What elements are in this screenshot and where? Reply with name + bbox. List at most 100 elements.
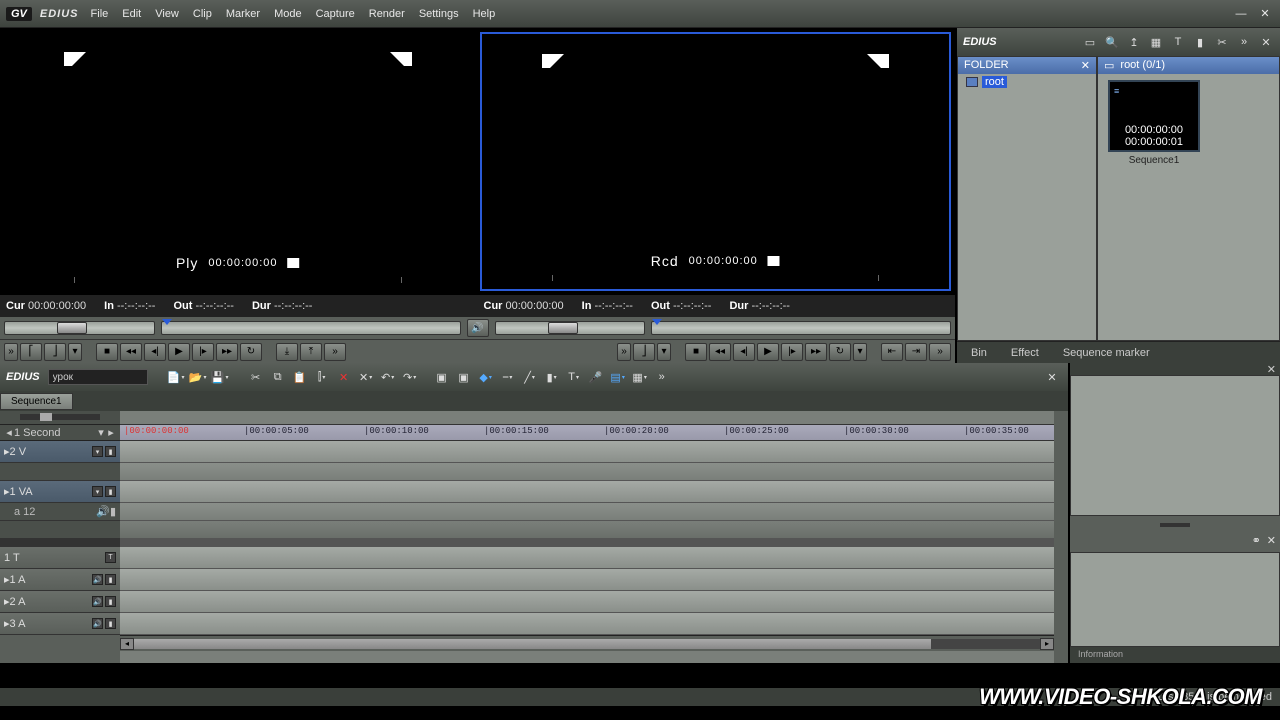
forward-button[interactable]: ▸▸ (805, 343, 827, 361)
cut-icon[interactable]: ✂ (1214, 34, 1230, 50)
menu-marker[interactable]: Marker (226, 8, 260, 20)
folder-item-root[interactable]: root (958, 74, 1096, 90)
dropdown-icon[interactable]: ▾ (68, 343, 82, 361)
play-button[interactable]: ▶ (757, 343, 779, 361)
view-icon[interactable]: ▦ (1148, 34, 1164, 50)
tab-bin[interactable]: Bin (961, 345, 997, 361)
rewind-button[interactable]: ◂◂ (120, 343, 142, 361)
insert-button[interactable]: ⤓ (276, 343, 298, 361)
menu-mode[interactable]: Mode (274, 8, 302, 20)
timeline-scale[interactable]: ◂1 Second▾▸ (0, 425, 120, 441)
expand-icon[interactable]: » (4, 343, 18, 361)
menu-edit[interactable]: Edit (122, 8, 141, 20)
timeline-hscroll[interactable]: ◂ ▸ (120, 635, 1054, 651)
close-icon[interactable]: ✕ (1258, 34, 1274, 50)
track-head-1t[interactable]: 1 TT (0, 547, 120, 569)
expand-icon[interactable]: » (617, 343, 631, 361)
save-icon[interactable]: 💾▾ (210, 368, 230, 386)
timeline-ruler[interactable]: |00:00:00:00|00:00:05:00|00:00:10:00|00:… (120, 425, 1054, 441)
dropdown-icon[interactable]: ▾ (657, 343, 671, 361)
more-icon[interactable]: » (324, 343, 346, 361)
menu-settings[interactable]: Settings (419, 8, 459, 20)
audio-toggle-icon[interactable]: 🔊 (467, 319, 489, 337)
loop-button[interactable]: ↻ (240, 343, 262, 361)
default-trans-icon[interactable]: ◆▾ (476, 368, 496, 386)
next-edit-button[interactable]: ⇥ (905, 343, 927, 361)
next-frame-button[interactable]: |▸ (192, 343, 214, 361)
track-head-3a[interactable]: ▸3 A🔊▮ (0, 613, 120, 635)
more-icon[interactable]: » (652, 368, 672, 386)
close-icon[interactable]: ✕ (1042, 368, 1062, 386)
record-monitor[interactable]: Rcd 00:00:00:00 (480, 32, 952, 291)
undo-icon[interactable]: ↶▾ (378, 368, 398, 386)
scroll-left-icon[interactable]: ◂ (120, 638, 134, 650)
menu-render[interactable]: Render (369, 8, 405, 20)
close-icon[interactable]: ✕ (1267, 534, 1276, 552)
transition-in-icon[interactable]: ▣ (432, 368, 452, 386)
link-icon[interactable]: ⚭ (1252, 534, 1261, 552)
record-position-bar[interactable] (651, 321, 951, 335)
track-sub-audio[interactable]: a 12🔊▮ (0, 503, 120, 521)
menu-help[interactable]: Help (473, 8, 496, 20)
zoom-slider[interactable] (0, 411, 120, 425)
marker-icon[interactable]: ▮▾ (542, 368, 562, 386)
splitter[interactable] (1070, 516, 1280, 534)
cut-icon[interactable]: ✂ (246, 368, 266, 386)
more-icon[interactable]: » (929, 343, 951, 361)
text-icon[interactable]: T (1170, 34, 1186, 50)
menu-view[interactable]: View (155, 8, 179, 20)
timeline-tracks[interactable]: |00:00:00:00|00:00:05:00|00:00:10:00|00:… (120, 411, 1054, 663)
search-icon[interactable]: 🔍 (1104, 34, 1120, 50)
track-head-1a[interactable]: ▸1 A🔊▮ (0, 569, 120, 591)
stop-button[interactable]: ■ (685, 343, 707, 361)
title-tool-icon[interactable]: T▾ (564, 368, 584, 386)
ripple-icon[interactable]: ⫿▾ (312, 368, 332, 386)
clip-item[interactable]: ≡ 00:00:00:0000:00:00:01 Sequence1 (1104, 80, 1204, 166)
rewind-button[interactable]: ◂◂ (709, 343, 731, 361)
delete-icon[interactable]: ✕ (334, 368, 354, 386)
render-icon[interactable]: ▤▾ (608, 368, 628, 386)
stop-button[interactable]: ■ (96, 343, 118, 361)
prev-frame-button[interactable]: ◂| (144, 343, 166, 361)
prev-edit-button[interactable]: ⇤ (881, 343, 903, 361)
set-in-button[interactable]: ⎦ (633, 343, 655, 361)
tab-effect[interactable]: Effect (1001, 345, 1049, 361)
track-head-1va[interactable]: ▸1 VA▾▮ (0, 481, 120, 503)
more-icon[interactable]: » (1236, 34, 1252, 50)
next-frame-button[interactable]: |▸ (781, 343, 803, 361)
project-name-input[interactable] (48, 369, 148, 385)
menu-capture[interactable]: Capture (316, 8, 355, 20)
voiceover-icon[interactable]: 🎤 (586, 368, 606, 386)
scroll-right-icon[interactable]: ▸ (1040, 638, 1054, 650)
sequence-tab[interactable]: Sequence1 (0, 393, 73, 410)
paste-icon[interactable]: 📋 (290, 368, 310, 386)
prev-frame-button[interactable]: ◂| (733, 343, 755, 361)
redo-icon[interactable]: ↷▾ (400, 368, 420, 386)
folder-icon[interactable]: ▭ (1082, 34, 1098, 50)
set-in-button[interactable]: ⎡ (20, 343, 42, 361)
transition-out-icon[interactable]: ▣ (454, 368, 474, 386)
title-icon[interactable]: ⎯▾ (498, 368, 518, 386)
record-shuttle[interactable] (495, 321, 646, 335)
up-icon[interactable]: ↥ (1126, 34, 1142, 50)
set-out-button[interactable]: ⎦ (44, 343, 66, 361)
window-close[interactable]: ✕ (1256, 7, 1274, 21)
dropdown-icon[interactable]: ▾ (853, 343, 867, 361)
forward-button[interactable]: ▸▸ (216, 343, 238, 361)
menu-file[interactable]: File (91, 8, 109, 20)
timeline-vscroll[interactable] (1054, 411, 1068, 663)
play-button[interactable]: ▶ (168, 343, 190, 361)
tab-sequence-marker[interactable]: Sequence marker (1053, 345, 1160, 361)
close-icon[interactable]: ✕ (1267, 363, 1276, 375)
window-minimize[interactable]: — (1232, 7, 1250, 21)
close-icon[interactable]: ✕ (1081, 59, 1090, 72)
color-icon[interactable]: ▮ (1192, 34, 1208, 50)
loop-button[interactable]: ↻ (829, 343, 851, 361)
track-head-2v[interactable]: ▸2 V▾▮ (0, 441, 120, 463)
new-icon[interactable]: 📄▾ (166, 368, 186, 386)
open-icon[interactable]: 📂▾ (188, 368, 208, 386)
audio-cross-icon[interactable]: ╱▾ (520, 368, 540, 386)
layout-icon[interactable]: ▦▾ (630, 368, 650, 386)
copy-icon[interactable]: ⧉ (268, 368, 288, 386)
source-monitor[interactable]: Ply 00:00:00:00 (4, 32, 472, 291)
